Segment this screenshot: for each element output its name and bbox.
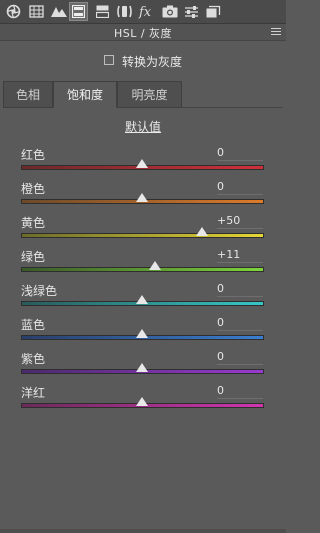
slider-track-yellow[interactable]: [21, 233, 264, 238]
grayscale-checkbox[interactable]: [104, 55, 114, 65]
panel-bottom-edge: [0, 529, 286, 533]
slider-row-yellow: 黄色 +50: [0, 214, 286, 248]
slider-value-green[interactable]: +11: [217, 248, 263, 263]
slider-row-orange: 橙色 0: [0, 180, 286, 214]
tab-saturation[interactable]: 饱和度: [53, 81, 117, 108]
slider-row-blue: 蓝色 0: [0, 316, 286, 350]
slider-label-blue: 蓝色: [21, 318, 46, 332]
slider-value-purple[interactable]: 0: [217, 350, 263, 365]
slider-row-aqua: 浅绿色 0: [0, 282, 286, 316]
default-label[interactable]: 默认值: [125, 120, 161, 134]
slider-row-green: 绿色 +11: [0, 248, 286, 282]
slider-row-magenta: 洋红 0: [0, 384, 286, 418]
slider-value-yellow[interactable]: +50: [217, 214, 263, 229]
hsl-icon[interactable]: [69, 2, 88, 21]
slider-thumb-magenta[interactable]: [135, 397, 148, 406]
split-toning-icon[interactable]: [93, 2, 112, 21]
lens-icon[interactable]: [115, 2, 134, 21]
slider-value-blue[interactable]: 0: [217, 316, 263, 331]
slider-label-purple: 紫色: [21, 352, 46, 366]
camera-icon[interactable]: [160, 2, 179, 21]
panel-title: HSL / 灰度: [113, 27, 173, 40]
mountains-icon[interactable]: [49, 2, 68, 21]
tab-bar: 色相 饱和度 明亮度: [3, 81, 283, 108]
slider-label-green: 绿色: [21, 250, 46, 264]
panel-toolbar: fx: [0, 0, 286, 24]
slider-track-green[interactable]: [21, 267, 264, 272]
presets-icon[interactable]: [204, 2, 223, 21]
slider-label-magenta: 洋红: [21, 386, 46, 400]
aperture-icon[interactable]: [4, 2, 23, 21]
slider-thumb-aqua[interactable]: [135, 295, 148, 304]
slider-label-yellow: 黄色: [21, 216, 46, 230]
panel-menu-icon[interactable]: [271, 28, 281, 37]
slider-thumb-orange[interactable]: [135, 193, 148, 202]
slider-thumb-green[interactable]: [148, 261, 161, 270]
slider-label-aqua: 浅绿色: [21, 284, 58, 298]
histogram-icon[interactable]: [27, 2, 46, 21]
panel-header: HSL / 灰度: [0, 24, 286, 41]
slider-row-purple: 紫色 0: [0, 350, 286, 384]
slider-value-aqua[interactable]: 0: [217, 282, 263, 297]
slider-thumb-red[interactable]: [135, 159, 148, 168]
slider-thumb-purple[interactable]: [135, 363, 148, 372]
slider-value-orange[interactable]: 0: [217, 180, 263, 195]
slider-thumb-blue[interactable]: [135, 329, 148, 338]
svg-text:fx: fx: [138, 5, 152, 19]
slider-value-red[interactable]: 0: [217, 146, 263, 161]
slider-value-magenta[interactable]: 0: [217, 384, 263, 399]
tab-luminance[interactable]: 明亮度: [117, 81, 182, 108]
slider-thumb-yellow[interactable]: [195, 227, 208, 236]
fx-icon[interactable]: fx: [137, 2, 156, 21]
tab-hue[interactable]: 色相: [3, 81, 53, 108]
slider-row-red: 红色 0: [0, 146, 286, 180]
slider-label-red: 红色: [21, 148, 46, 162]
grayscale-label: 转换为灰度: [122, 55, 183, 69]
slider-label-orange: 橙色: [21, 182, 46, 196]
default-button[interactable]: 默认值: [0, 118, 286, 135]
grayscale-toggle[interactable]: 转换为灰度: [0, 52, 286, 70]
sliders-icon[interactable]: [182, 2, 201, 21]
